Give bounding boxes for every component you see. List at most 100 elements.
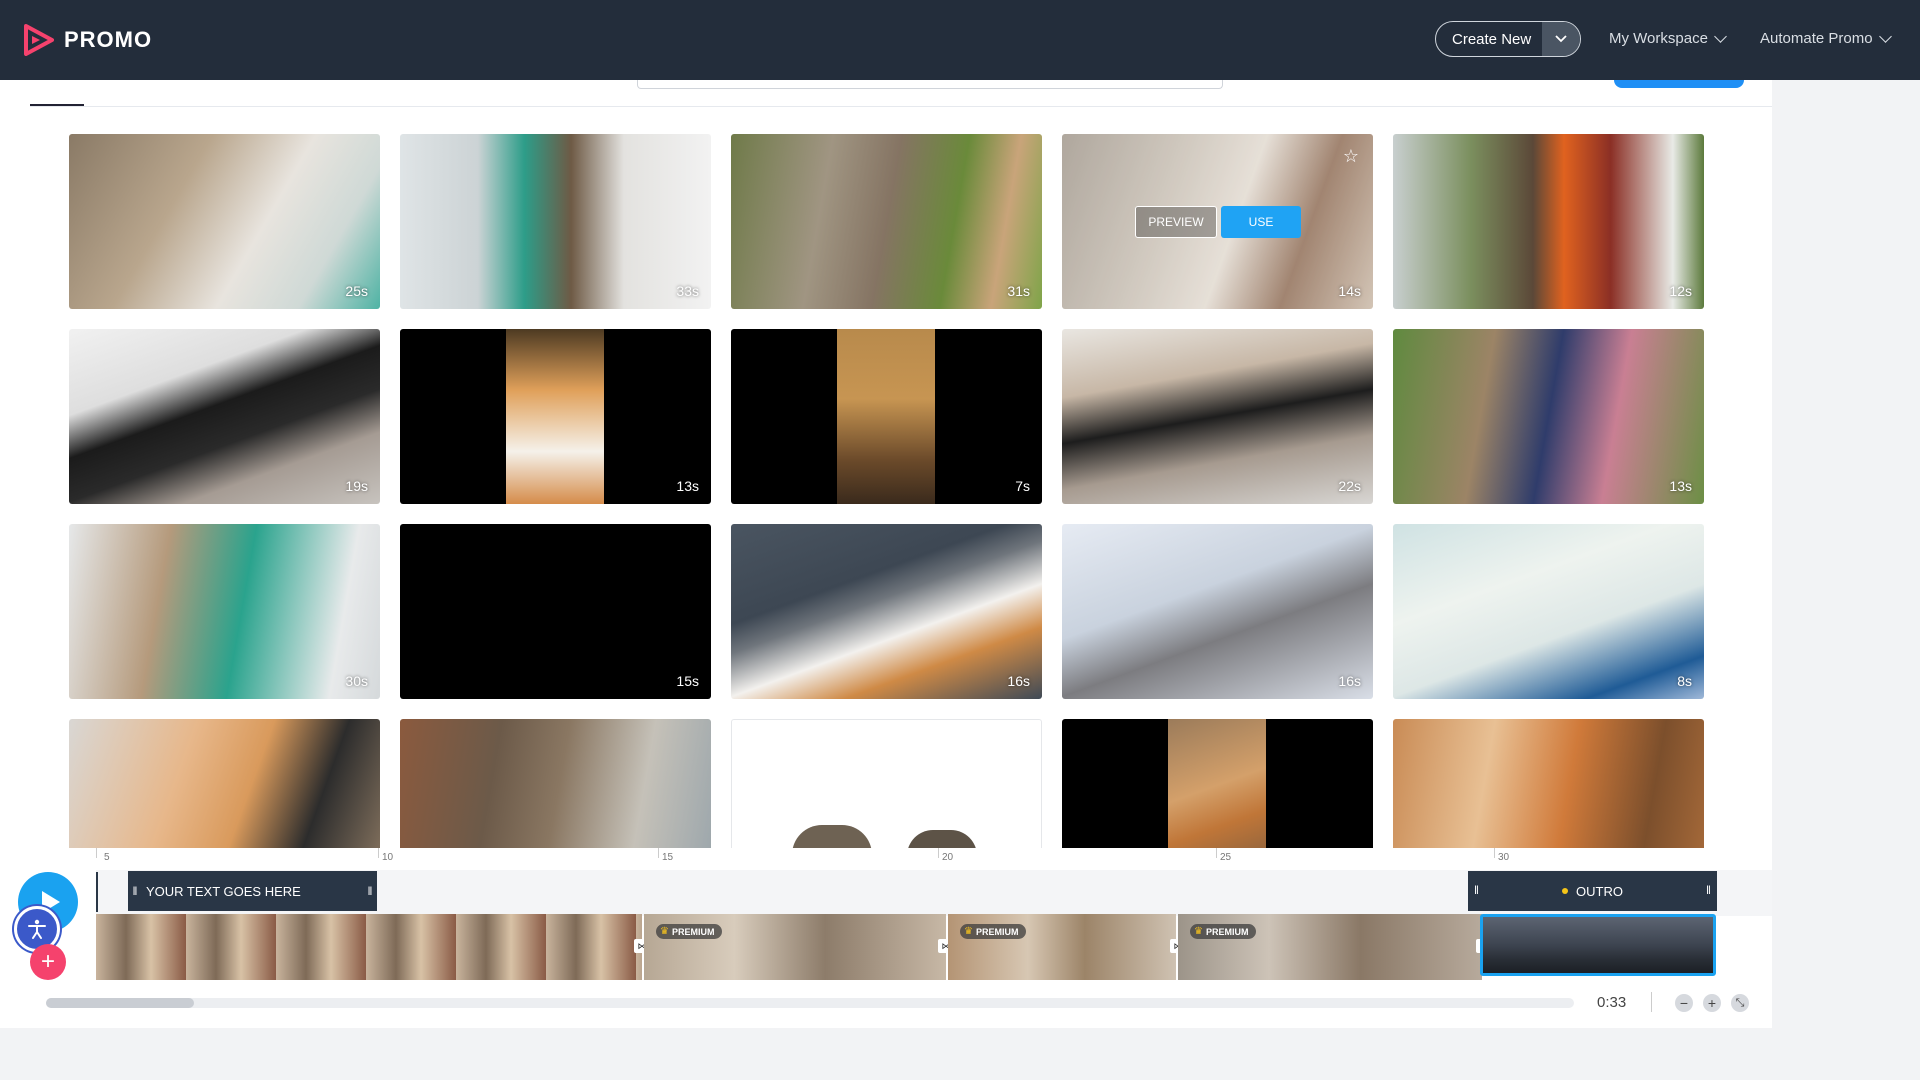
- timeline-editor: 5 10 15 20 25 30 ‖ YOUR TEXT GOES HERE ‖…: [0, 848, 1772, 1028]
- video-tile[interactable]: 25s: [69, 134, 380, 309]
- automate-promo-label: Automate Promo: [1760, 30, 1873, 47]
- scrollbar-thumb[interactable]: [46, 998, 194, 1008]
- create-new-label: Create New: [1452, 30, 1532, 48]
- timeline-scrollbar[interactable]: [46, 998, 1574, 1008]
- playhead[interactable]: [96, 872, 98, 912]
- duration-label: 30s: [345, 673, 368, 689]
- timeline-ruler[interactable]: 5 10 15 20 25 30: [96, 848, 1772, 871]
- duration-label: 16s: [1007, 673, 1030, 689]
- video-tile[interactable]: [400, 719, 711, 848]
- add-button[interactable]: +: [30, 944, 66, 980]
- video-clip[interactable]: ♛ PREMIUM: [1178, 914, 1482, 980]
- duration-label: 22s: [1338, 478, 1361, 494]
- duration-label: 31s: [1007, 283, 1030, 299]
- video-thumbnail: [506, 329, 604, 504]
- chevron-down-icon: [1555, 35, 1567, 43]
- video-tile[interactable]: 30s: [69, 524, 380, 699]
- ruler-tick: [1216, 848, 1217, 858]
- video-clip[interactable]: [96, 914, 642, 980]
- video-tile[interactable]: 7s: [731, 329, 1042, 504]
- video-tile[interactable]: 33s: [400, 134, 711, 309]
- zoom-out-button[interactable]: −: [1675, 994, 1693, 1012]
- premium-label: PREMIUM: [671, 926, 715, 937]
- divider: [1651, 992, 1652, 1012]
- preview-button[interactable]: PREVIEW: [1135, 206, 1217, 238]
- video-tile[interactable]: [731, 719, 1042, 848]
- search-input[interactable]: [637, 80, 1223, 89]
- create-new-button[interactable]: Create New: [1435, 21, 1581, 57]
- automate-promo-menu[interactable]: Automate Promo: [1760, 29, 1892, 47]
- video-tile[interactable]: 22s: [1062, 329, 1373, 504]
- video-thumbnail: [837, 329, 935, 504]
- plus-icon: +: [1707, 995, 1717, 1011]
- crown-icon: ♛: [1194, 926, 1203, 937]
- minus-icon: −: [1679, 995, 1689, 1011]
- video-thumbnail: [1483, 917, 1713, 973]
- video-tile[interactable]: 13s: [400, 329, 711, 504]
- premium-badge: ♛ PREMIUM: [1190, 924, 1257, 939]
- drag-handle-right[interactable]: ‖: [1706, 883, 1711, 897]
- outro-video-clip[interactable]: [1480, 914, 1716, 976]
- video-tile[interactable]: [1062, 719, 1373, 848]
- create-new-dropdown[interactable]: [1542, 22, 1580, 56]
- brand-name: PROMO: [64, 27, 153, 52]
- duration-label: 14s: [1338, 283, 1361, 299]
- total-duration: 0:33: [1597, 994, 1627, 1011]
- ruler-label: 20: [942, 852, 954, 863]
- duration-label: 33s: [676, 283, 699, 299]
- video-track: ⋈ ♛PREMIUM ⋈ ♛PREMIUM ⋈ ♛PREMIUM ⋈: [96, 914, 1716, 980]
- video-tile[interactable]: 31s: [731, 134, 1042, 309]
- video-tile[interactable]: 8s: [1393, 524, 1704, 699]
- ruler-tick: [938, 848, 939, 858]
- duration-label: 13s: [676, 478, 699, 494]
- video-thumbnail: [792, 825, 872, 848]
- video-tile[interactable]: 15s: [400, 524, 711, 699]
- use-button[interactable]: USE: [1221, 206, 1301, 238]
- my-workspace-menu[interactable]: My Workspace: [1609, 29, 1727, 47]
- video-tile[interactable]: [69, 719, 380, 848]
- ruler-label: 5: [104, 852, 110, 863]
- video-tile[interactable]: 12s: [1393, 134, 1704, 309]
- duration-label: 25s: [345, 283, 368, 299]
- primary-action-button[interactable]: [1614, 80, 1744, 88]
- outro-label: OUTRO: [1576, 883, 1623, 899]
- premium-label: PREMIUM: [975, 926, 1019, 937]
- ruler-label: 15: [662, 852, 674, 863]
- premium-badge: ♛ PREMIUM: [960, 924, 1027, 939]
- promo-logo[interactable]: PROMO: [24, 24, 152, 56]
- video-tile[interactable]: ☆ PREVIEW USE 14s: [1062, 134, 1373, 309]
- drag-handle-right[interactable]: ‖: [363, 884, 377, 898]
- my-workspace-label: My Workspace: [1609, 30, 1708, 47]
- outro-dot-icon: [1562, 888, 1569, 894]
- outro-clip[interactable]: ‖ OUTRO ‖: [1468, 871, 1717, 911]
- zoom-in-button[interactable]: +: [1703, 994, 1721, 1012]
- video-clip[interactable]: ♛ PREMIUM: [644, 914, 946, 980]
- text-clip[interactable]: ‖ YOUR TEXT GOES HERE ‖: [128, 871, 377, 911]
- ruler-tick: [378, 848, 379, 858]
- tabs-divider: [30, 106, 1772, 107]
- fit-timeline-button[interactable]: ⤡: [1731, 994, 1749, 1012]
- plus-icon: +: [40, 948, 55, 975]
- video-clip[interactable]: ♛ PREMIUM: [948, 914, 1176, 980]
- video-tile[interactable]: 16s: [731, 524, 1042, 699]
- media-library-panel: 25s 33s 31s ☆ PREVIEW USE 14s 12s 19s 13…: [0, 80, 1772, 848]
- video-thumbnail: [1168, 719, 1266, 848]
- accessibility-icon: [28, 919, 46, 939]
- drag-handle-left[interactable]: ‖: [1474, 883, 1479, 897]
- collapse-icon: ⤡: [1735, 996, 1745, 1009]
- crown-icon: ♛: [964, 926, 973, 937]
- video-tile[interactable]: 13s: [1393, 329, 1704, 504]
- duration-label: 13s: [1669, 478, 1692, 494]
- duration-label: 16s: [1338, 673, 1361, 689]
- drag-handle-left[interactable]: ‖: [128, 884, 142, 898]
- ruler-label: 25: [1220, 852, 1232, 863]
- duration-label: 19s: [345, 478, 368, 494]
- video-tile[interactable]: 19s: [69, 329, 380, 504]
- video-tile[interactable]: 16s: [1062, 524, 1373, 699]
- ruler-tick: [658, 848, 659, 858]
- video-tile[interactable]: [1393, 719, 1704, 848]
- star-outline-icon[interactable]: ☆: [1343, 146, 1359, 167]
- ruler-label: 10: [382, 852, 394, 863]
- video-thumbnail: [907, 830, 977, 848]
- duration-label: 8s: [1677, 673, 1692, 689]
